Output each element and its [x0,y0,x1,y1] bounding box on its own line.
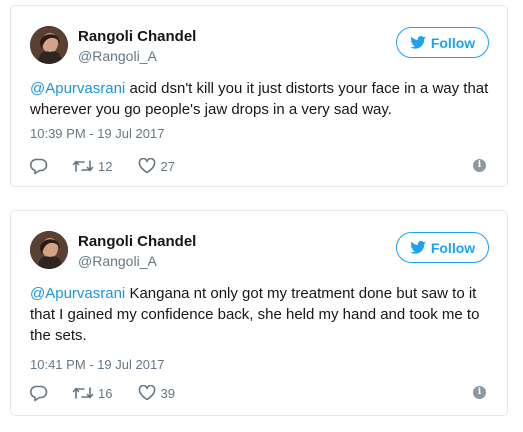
tweet-card: Rangoli Chandel @Rangoli_A Follow @Apurv… [10,5,508,187]
mention-link[interactable]: @Apurvasrani [30,80,125,97]
timestamp[interactable]: 10:39 PM - 19 Jul 2017 [30,126,164,141]
retweet-button[interactable]: 12 [72,158,112,174]
avatar[interactable] [30,231,68,269]
tweet-actions: 16 39 i [30,383,489,403]
reply-button[interactable] [30,385,48,402]
reply-button[interactable] [30,158,48,175]
info-icon[interactable]: i [473,159,486,172]
reply-icon [30,158,48,174]
reply-icon [30,385,48,401]
heart-icon [139,158,156,174]
like-count: 39 [160,385,175,401]
retweet-icon [72,160,94,172]
heart-icon [139,385,156,401]
follow-button[interactable]: Follow [396,232,489,263]
like-button[interactable]: 27 [138,158,175,174]
author-handle[interactable]: @Rangoli_A [78,253,157,269]
author-name[interactable]: Rangoli Chandel [78,28,196,45]
author-handle[interactable]: @Rangoli_A [78,48,157,64]
info-icon[interactable]: i [473,386,486,399]
retweet-icon [72,387,94,399]
like-button[interactable]: 39 [138,385,175,401]
like-count: 27 [160,158,175,174]
retweet-count: 16 [98,385,113,401]
follow-button[interactable]: Follow [396,27,489,58]
retweet-count: 12 [98,158,113,174]
follow-label: Follow [430,239,476,256]
twitter-bird-icon [410,241,426,254]
mention-link[interactable]: @Apurvasrani [30,285,125,302]
twitter-bird-icon [410,36,426,49]
follow-label: Follow [430,34,476,51]
tweet-text: @Apurvasrani acid dsn't kill you it just… [30,78,489,120]
tweet-actions: 12 27 i [30,156,489,176]
tweet-card: Rangoli Chandel @Rangoli_A Follow @Apurv… [10,210,508,416]
avatar[interactable] [30,26,68,64]
author-name[interactable]: Rangoli Chandel [78,233,196,250]
timestamp[interactable]: 10:41 PM - 19 Jul 2017 [30,357,164,372]
retweet-button[interactable]: 16 [72,385,112,401]
tweet-text: @Apurvasrani Kangana nt only got my trea… [30,283,489,346]
